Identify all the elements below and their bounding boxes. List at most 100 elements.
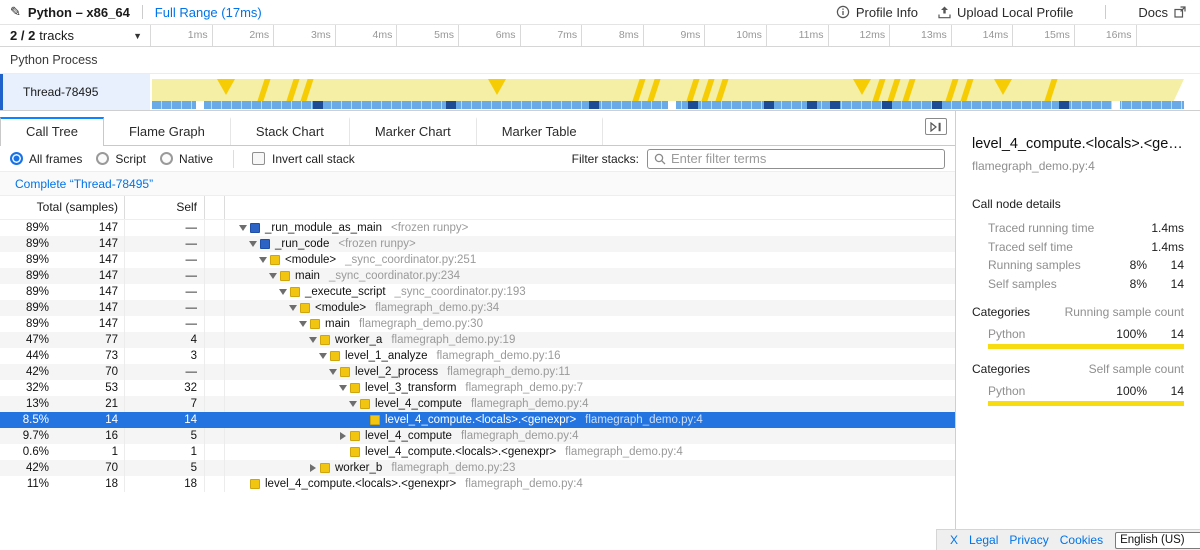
expand-toggle[interactable] [236,225,250,231]
cell-gap [205,476,225,492]
invert-call-stack-checkbox[interactable] [252,152,265,165]
radio-all-frames[interactable]: All frames [10,152,82,166]
cell-self-samples: 1 [125,444,205,460]
tab-flame-graph[interactable]: Flame Graph [104,117,231,145]
footer-link-privacy[interactable]: Privacy [1009,533,1048,547]
table-row[interactable]: 0.6%11level_4_compute.<locals>.<genexpr>… [0,444,955,460]
cell-self-samples: 18 [125,476,205,492]
col-self-header[interactable]: Self [125,196,205,219]
frame-filter-radios: All frames Script Native [10,152,227,166]
cell-total-percent: 44% [0,348,52,364]
table-row[interactable]: 42%705worker_bflamegraph_demo.py:23 [0,460,955,476]
expand-toggle[interactable] [296,321,310,327]
detail-row: Self samples8%14 [972,277,1184,291]
table-row[interactable]: 89%147—<module>_sync_coordinator.py:251 [0,252,955,268]
marker-triangle [994,79,1012,95]
function-name: main [325,316,350,332]
expand-toggle[interactable] [346,401,360,407]
table-row[interactable]: 89%147—main_sync_coordinator.py:234 [0,268,955,284]
thread-track-header[interactable]: Thread-78495 [0,74,150,110]
cell-total-samples: 147 [52,268,125,284]
detail-row: Traced running time1.4ms [972,221,1184,235]
tab-marker-chart[interactable]: Marker Chart [350,117,477,145]
radio-native[interactable]: Native [160,152,213,166]
ruler-tick-label: 1ms [151,25,213,46]
category-count: 14 [1147,327,1184,341]
thread-track-canvas[interactable] [150,74,1190,110]
footer-link-cookies[interactable]: Cookies [1060,533,1103,547]
expand-toggle[interactable] [306,337,320,343]
profile-info-button[interactable]: Profile Info [836,5,918,20]
breadcrumb-root-link[interactable]: Complete “Thread-78495” [15,177,153,191]
cell-total-percent: 0.6% [0,444,52,460]
table-row[interactable]: 32%5332level_3_transformflamegraph_demo.… [0,380,955,396]
docs-link[interactable]: Docs [1138,5,1186,20]
language-select[interactable]: English (US) [1115,532,1200,549]
tab-call-tree[interactable]: Call Tree [0,117,104,146]
table-row[interactable]: 11%1818level_4_compute.<locals>.<genexpr… [0,476,955,492]
process-track-header[interactable]: Python Process [0,47,1200,74]
cell-gap [205,300,225,316]
expand-toggle[interactable] [286,305,300,311]
cell-call-node: mainflamegraph_demo.py:30 [225,316,955,332]
upload-profile-button[interactable]: Upload Local Profile [938,5,1073,20]
expand-toggle[interactable] [326,369,340,375]
function-location: flamegraph_demo.py:34 [375,300,499,316]
footer-bar: X Legal Privacy Cookies English (US) ▾ [936,529,1200,550]
table-row[interactable]: 13%217level_4_computeflamegraph_demo.py:… [0,396,955,412]
detail-percent: 8% [1107,258,1147,272]
table-row[interactable]: 89%147—<module>flamegraph_demo.py:34 [0,300,955,316]
ruler-ticks: 1ms2ms3ms4ms5ms6ms7ms8ms9ms10ms11ms12ms1… [150,25,1200,46]
expand-toggle[interactable] [256,257,270,263]
tracks-dropdown[interactable]: 2 / 2 tracks ▼ [0,25,150,46]
detail-value: 1.4ms [1147,221,1184,235]
col-total-header[interactable]: Total (samples) [0,196,125,219]
cell-call-node: level_4_computeflamegraph_demo.py:4 [225,396,955,412]
tab-marker-table[interactable]: Marker Table [477,117,603,145]
function-name: <module> [315,300,366,316]
cell-total-percent: 89% [0,236,52,252]
function-location: flamegraph_demo.py:4 [465,476,583,492]
cell-call-node: level_4_compute.<locals>.<genexpr>flameg… [225,444,955,460]
detail-value: 14 [1147,277,1184,291]
table-row[interactable]: 44%733level_1_analyzeflamegraph_demo.py:… [0,348,955,364]
detail-row: Running samples8%14 [972,258,1184,272]
table-row[interactable]: 47%774worker_aflamegraph_demo.py:19 [0,332,955,348]
table-row[interactable]: 9.7%165level_4_computeflamegraph_demo.py… [0,428,955,444]
filter-input[interactable] [671,151,938,166]
expand-toggle[interactable] [316,353,330,359]
edit-pencil-icon[interactable]: ✎ [10,4,21,20]
ruler-tick-label: 3ms [274,25,336,46]
table-row[interactable]: 89%147—mainflamegraph_demo.py:30 [0,316,955,332]
expand-toggle[interactable] [276,289,290,295]
yellow-frame-icon [340,367,350,377]
ruler-tick-label: 7ms [521,25,583,46]
footer-link-legal[interactable]: Legal [969,533,998,547]
categories-header: CategoriesSelf sample count [972,362,1184,376]
table-row[interactable]: 89%147—_run_code<frozen runpy> [0,236,955,252]
expand-toggle[interactable] [266,273,280,279]
table-row[interactable]: 89%147—_execute_script_sync_coordinator.… [0,284,955,300]
function-name: _run_module_as_main [265,220,382,236]
tab-stack-chart[interactable]: Stack Chart [231,117,350,145]
table-row[interactable]: 8.5%1414level_4_compute.<locals>.<genexp… [0,412,955,428]
cell-total-percent: 9.7% [0,428,52,444]
table-row[interactable]: 42%70—level_2_processflamegraph_demo.py:… [0,364,955,380]
radio-script[interactable]: Script [96,152,146,166]
category-row: Python100%14 [972,384,1184,398]
table-row[interactable]: 89%147—_run_module_as_main<frozen runpy> [0,220,955,236]
expand-toggle[interactable] [336,432,350,440]
detail-percent: 8% [1107,277,1147,291]
ruler-tick-label: 5ms [397,25,459,46]
full-range-link[interactable]: Full Range (17ms) [155,5,262,20]
triangle-open-icon [319,353,327,359]
sidebar-toggle-button[interactable] [925,118,947,135]
expand-toggle[interactable] [336,385,350,391]
expand-toggle[interactable] [246,241,260,247]
expand-toggle[interactable] [306,464,320,472]
profile-name[interactable]: Python – x86_64 [28,5,130,20]
sample-dense-segment [932,101,942,109]
language-select-wrap: English (US) ▾ [1115,532,1200,549]
yellow-frame-icon [250,479,260,489]
footer-link-x[interactable]: X [950,533,958,547]
